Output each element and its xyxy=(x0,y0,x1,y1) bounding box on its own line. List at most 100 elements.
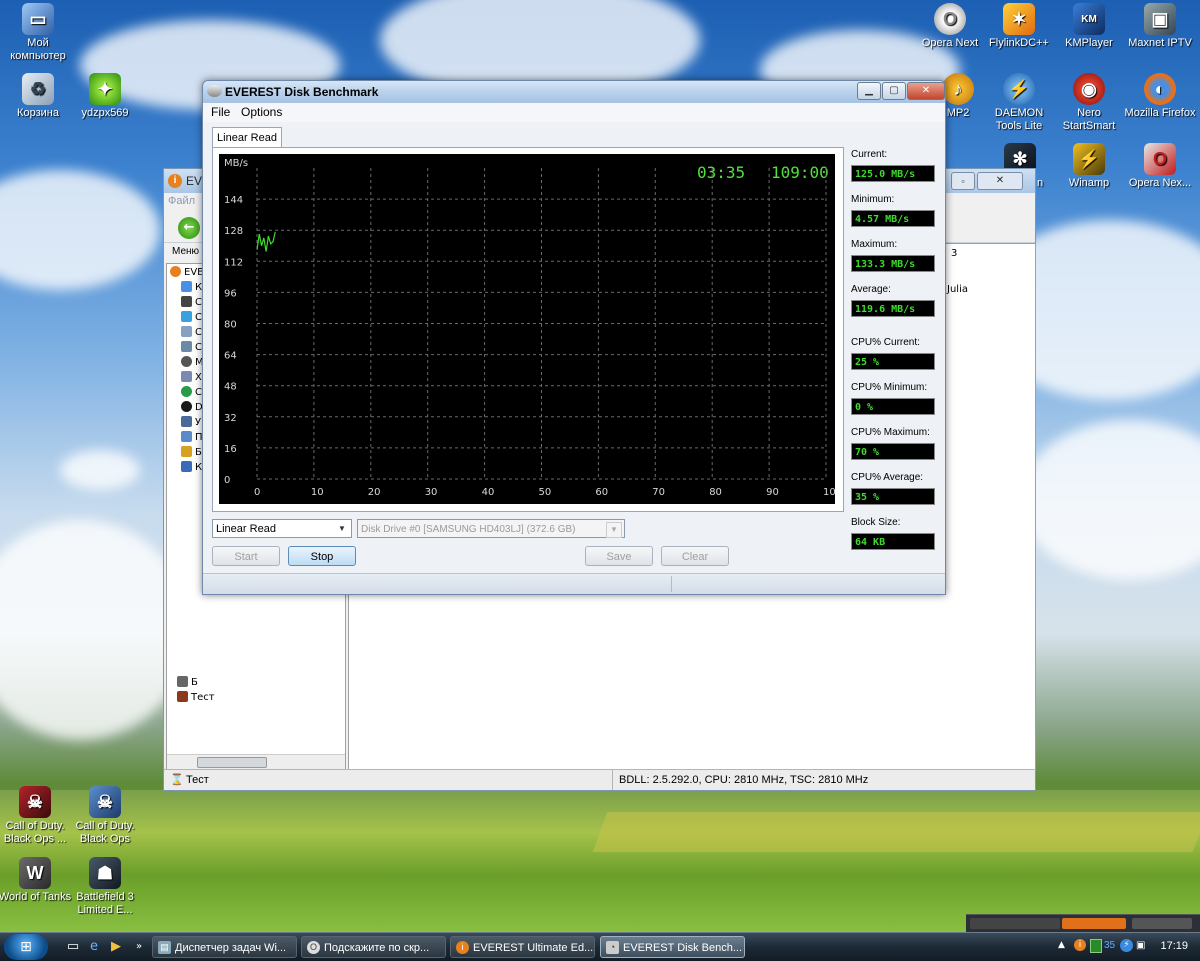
menu-file[interactable]: Файл xyxy=(168,195,195,207)
desktop-icon-firefox[interactable]: ◐ Mozilla Firefox xyxy=(1122,73,1198,120)
icon-label: World of Tanks xyxy=(0,891,72,903)
desktop-icon-daemon-tools[interactable]: ⚡ DAEMON Tools Lite xyxy=(981,73,1057,133)
media-player-bar[interactable] xyxy=(966,914,1200,933)
stat-value: 125.0 MB/s xyxy=(851,165,935,182)
tray-temperature[interactable]: 35 xyxy=(1104,940,1115,951)
taskbar-item-opera[interactable]: O Подскажите по скр... xyxy=(301,936,446,958)
close-button[interactable]: ✕ xyxy=(977,172,1023,190)
ie-icon[interactable]: e xyxy=(85,938,103,956)
x-tick-label: 30 xyxy=(425,487,438,498)
desktop-icon-opera-next[interactable]: O Opera Next xyxy=(912,3,988,50)
clear-button[interactable]: Clear xyxy=(661,546,729,566)
desktop-icon-nero[interactable]: ◉ Nero StartSmart xyxy=(1051,73,1127,133)
tab-linear-read[interactable]: Linear Read xyxy=(212,127,282,148)
tree-item-test[interactable]: Тест xyxy=(177,691,337,705)
desktop-icon-cod-black-ops-1[interactable]: ☠ Call of Duty. Black Ops ... xyxy=(0,786,73,846)
maximize-button[interactable]: ▢ xyxy=(882,82,906,100)
cloud xyxy=(1020,420,1200,580)
desktop-icon-ydzpx569[interactable]: ✦ ydzpx569 xyxy=(67,73,143,120)
x-tick-label: 50 xyxy=(539,487,552,498)
desktop-icon-winamp[interactable]: ⚡ Winamp xyxy=(1051,143,1127,190)
y-tick-label: 144 xyxy=(224,195,243,206)
chart-svg: 0 10 20 30 40 50 60 70 80 90 100 % 144 128 112 96 80 64 4… xyxy=(224,168,835,498)
menu-bar: File Options xyxy=(203,103,945,122)
opera-icon: O xyxy=(1144,143,1176,175)
menu-file[interactable]: File xyxy=(211,105,230,119)
taskbar-item-everest-ultimate[interactable]: i EVEREST Ultimate Ed... xyxy=(450,936,595,958)
recycle-bin-icon: ♻ xyxy=(22,73,54,105)
stat-label: CPU% Current: xyxy=(851,337,920,348)
x-tick-label: 70 xyxy=(652,487,665,498)
network-icon[interactable]: ▣ xyxy=(1136,940,1145,951)
y-tick-label: 16 xyxy=(224,444,237,455)
menu-panel-label: Меню xyxy=(172,246,200,257)
test-type-select[interactable]: Linear Read ▼ xyxy=(212,519,352,538)
x-tick-label: 90 xyxy=(766,487,779,498)
skull-icon: ☠ xyxy=(89,786,121,818)
desktop-icon-battlefield-3[interactable]: ☗ Battlefield 3 Limited E... xyxy=(67,857,143,917)
desktop-icon-my-computer[interactable]: ▭ Мой компьютер xyxy=(0,3,76,63)
start-button[interactable]: ⊞ xyxy=(4,934,48,960)
tv-icon: ▣ xyxy=(1144,3,1176,35)
start-button[interactable]: Start xyxy=(212,546,280,566)
tank-icon: W xyxy=(19,857,51,889)
taskbar-item-disk-benchmark[interactable]: ◔ EVEREST Disk Bench... xyxy=(600,936,745,958)
y-tick-label: 128 xyxy=(224,226,243,237)
stat-label: CPU% Maximum: xyxy=(851,427,930,438)
y-tick-label: 112 xyxy=(224,257,243,268)
title-bar[interactable]: EVEREST Disk Benchmark xyxy=(203,81,945,103)
chevron-down-icon: ▼ xyxy=(338,524,346,533)
hourglass-icon: ⌛ xyxy=(170,774,184,786)
show-desktop-icon[interactable]: ▭ xyxy=(64,938,82,956)
content-text: 3 xyxy=(951,248,958,259)
x-tick-label: 0 xyxy=(254,487,260,498)
x-tick-label: 60 xyxy=(595,487,608,498)
desktop-icon-kmplayer[interactable]: KM KMPlayer xyxy=(1051,3,1127,50)
icon-label: Battlefield 3 Limited E... xyxy=(76,891,134,916)
tray-expand-icon[interactable]: ▲ xyxy=(1058,940,1065,950)
task-manager-icon: ▤ xyxy=(158,941,171,954)
daemon-tray-icon[interactable]: ⚡ xyxy=(1120,939,1133,952)
taskbar: ⊞ ▭ e ▶ » ▤ Диспетчер задач Wi... O Подска… xyxy=(0,932,1200,961)
media-icon: ♪ xyxy=(942,73,974,105)
computer-icon: ▭ xyxy=(22,3,54,35)
desktop-icon-maxnet-iptv[interactable]: ▣ Maxnet IPTV xyxy=(1122,3,1198,50)
icon-label: Opera Next xyxy=(921,37,979,49)
everest-tray-icon[interactable]: i xyxy=(1074,939,1086,951)
save-button[interactable]: Save xyxy=(585,546,653,566)
volume-slider[interactable] xyxy=(1132,918,1192,929)
stat-label: Minimum: xyxy=(851,194,895,205)
drive-select[interactable]: Disk Drive #0 [SAMSUNG HD403LJ] (372.6 G… xyxy=(357,519,625,538)
drive-value: Disk Drive #0 [SAMSUNG HD403LJ] (372.6 G… xyxy=(361,524,576,535)
system-tray: ▲ i 35 ⚡ ▣ 17:19 xyxy=(1050,933,1200,961)
horizontal-scrollbar[interactable] xyxy=(167,754,345,769)
media-player-icon[interactable]: ▶ xyxy=(107,938,125,956)
y-tick-label: 0 xyxy=(224,475,230,486)
desktop-icon-recycle-bin[interactable]: ♻ Корзина xyxy=(0,73,76,120)
disk-benchmark-window[interactable]: EVEREST Disk Benchmark ▁ ▢ ✕ File Option… xyxy=(202,80,946,595)
close-button[interactable]: ✕ xyxy=(907,82,945,100)
menu-options[interactable]: Options xyxy=(241,105,282,119)
stop-button[interactable]: Stop xyxy=(288,546,356,566)
sensor-tray-icon[interactable] xyxy=(1090,939,1102,953)
chevron-right-icon[interactable]: » xyxy=(130,938,148,956)
scrollbar-thumb[interactable] xyxy=(197,757,267,768)
minimize-button[interactable]: ▁ xyxy=(857,82,881,100)
y-tick-label: 48 xyxy=(224,382,237,393)
player-controls[interactable] xyxy=(970,918,1060,929)
stat-value: 4.57 MB/s xyxy=(851,210,935,227)
desktop-icon-world-of-tanks[interactable]: W World of Tanks xyxy=(0,857,73,904)
clock[interactable]: 17:19 xyxy=(1160,940,1188,952)
desktop-icon-cod-black-ops-2[interactable]: ☠ Call of Duty. Black Ops xyxy=(67,786,143,846)
status-bar: ⌛ Тест BDLL: 2.5.292.0, CPU: 2810 MHz, T… xyxy=(164,769,1035,790)
x-tick-label: 100 % xyxy=(823,487,835,498)
restore-button[interactable]: ▫ xyxy=(951,172,975,190)
desktop-icon-opera-next-2[interactable]: O Opera Nex... xyxy=(1122,143,1198,190)
icon-label: Opera Nex... xyxy=(1128,177,1192,189)
tree-item[interactable]: Б xyxy=(177,676,337,690)
desktop-icon-flylinkdc[interactable]: ✶ FlylinkDC++ xyxy=(981,3,1057,50)
x-tick-label: 20 xyxy=(368,487,381,498)
y-tick-label: 32 xyxy=(224,413,237,424)
taskbar-item-task-manager[interactable]: ▤ Диспетчер задач Wi... xyxy=(152,936,297,958)
stat-value: 70 % xyxy=(851,443,935,460)
